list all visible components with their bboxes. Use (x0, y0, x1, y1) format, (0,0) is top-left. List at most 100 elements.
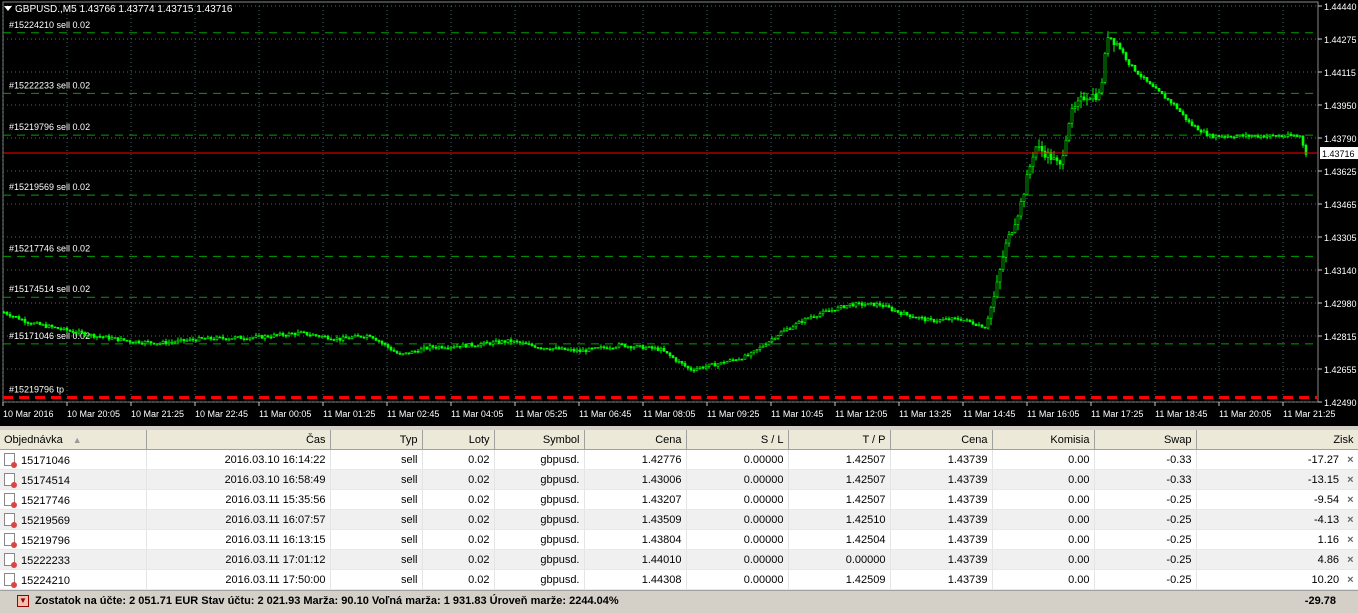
order-line-label: #15222233 sell 0.02 (9, 80, 90, 90)
candle-body (326, 335, 330, 340)
dropdown-triangle-icon[interactable] (4, 6, 12, 11)
candle-body (599, 346, 603, 349)
candle-body (176, 339, 180, 343)
candle-body (296, 331, 300, 336)
candle-body (941, 319, 945, 321)
candle-body (725, 361, 729, 364)
candle-body (407, 352, 411, 355)
cell-value: 0.00000 (743, 473, 784, 486)
cell-symbol: gbpusd. (494, 529, 585, 550)
column-header-profit[interactable]: Zisk (1196, 430, 1358, 450)
candle-body (1151, 83, 1155, 87)
table-row[interactable]: 15222233 2016.03.11 17:01:12 sell 0.02 gbpus… (0, 549, 1358, 570)
column-header-type[interactable]: Typ (330, 430, 423, 450)
column-header-time[interactable]: Čas (146, 430, 331, 450)
candle-body (752, 350, 756, 354)
cell-value: gbpusd. (540, 453, 580, 466)
close-order-icon[interactable]: × (1347, 534, 1353, 546)
candle-body (44, 324, 48, 328)
candle-body (170, 341, 174, 344)
close-order-icon[interactable]: × (1347, 454, 1353, 466)
candle-body (467, 343, 471, 348)
close-order-icon[interactable]: × (1347, 514, 1353, 526)
chart-canvas[interactable]: 1.44440 1.44275 1.44115 1.43950 1.43790 1.436… (0, 0, 1358, 426)
cell-tp: 0.00000 (788, 549, 891, 570)
candle-body (104, 335, 108, 338)
cell-price: 1.43739 (890, 549, 993, 570)
candle-body (464, 343, 468, 348)
cell-value: -0.25 (1166, 573, 1192, 586)
candle-body (1229, 135, 1233, 138)
candle-body (947, 318, 951, 321)
candle-body (1262, 135, 1266, 138)
candle-body (926, 318, 930, 322)
orders-table: Objednávka ▲ Čas Typ Loty Symbol Cena S / L T / … (0, 430, 1358, 590)
column-header-swap[interactable]: Swap (1094, 430, 1197, 450)
candle-body (185, 339, 189, 342)
candle-body (335, 337, 339, 340)
candle-body (1112, 38, 1116, 46)
cell-order: 15222233 (0, 549, 147, 570)
candle-body (125, 339, 129, 342)
candle-body (86, 335, 90, 337)
column-header-symbol[interactable]: Symbol (494, 430, 585, 450)
candle-body (650, 346, 654, 349)
candle-body (116, 337, 120, 342)
column-header-open-price[interactable]: Cena (584, 430, 687, 450)
price-chart[interactable]: 1.44440 1.44275 1.44115 1.43950 1.43790 1.436… (0, 0, 1358, 426)
column-header-commission[interactable]: Komisia (992, 430, 1095, 450)
candle-body (1247, 134, 1251, 137)
cell-value: 15219569 (21, 514, 70, 527)
close-order-icon[interactable]: × (1347, 474, 1353, 486)
column-header-price[interactable]: Cena (890, 430, 993, 450)
cell-swap: -0.25 (1094, 529, 1197, 550)
candle-body (974, 323, 978, 326)
cell-value: 1.43006 (641, 473, 682, 486)
table-row[interactable]: 15217746 2016.03.11 15:35:56 sell 0.02 gbpus… (0, 489, 1358, 510)
order-line-label: #15217746 sell 0.02 (9, 243, 90, 253)
close-order-icon[interactable]: × (1347, 494, 1353, 506)
candle-body (593, 347, 597, 349)
candle-body (722, 361, 726, 364)
candle-body (701, 366, 705, 369)
candle-body (329, 338, 333, 341)
table-row[interactable]: 15219569 2016.03.11 16:07:57 sell 0.02 gbpus… (0, 509, 1358, 530)
candle-body (1292, 135, 1296, 137)
candle-body (710, 363, 714, 365)
candle-body (347, 337, 351, 340)
candle-body (179, 338, 183, 341)
candle-body (731, 359, 735, 362)
chart-symbol-title: GBPUSD.,M5 1.43766 1.43774 1.43715 1.437… (4, 4, 232, 15)
candle-body (1283, 136, 1287, 138)
candle-body (803, 317, 807, 323)
table-row[interactable]: 15174514 2016.03.10 16:58:49 sell 0.02 gbpus… (0, 469, 1358, 490)
candle-body (182, 338, 186, 342)
candle-body (410, 350, 414, 354)
candle-body (1154, 86, 1158, 89)
column-header-tp[interactable]: T / P (788, 430, 891, 450)
column-header-sl[interactable]: S / L (686, 430, 789, 450)
candle-body (662, 348, 666, 352)
candle-body (1106, 37, 1110, 54)
column-header-order[interactable]: Objednávka ▲ (0, 430, 147, 450)
candle-body (449, 346, 453, 349)
column-header-lots[interactable]: Loty (422, 430, 495, 450)
candle-body (455, 345, 459, 348)
cell-value: 2016.03.10 16:58:49 (224, 473, 326, 486)
candle-body (1235, 135, 1239, 138)
time-axis-label: 11 Mar 05:25 (515, 409, 567, 419)
candle-body (1082, 96, 1086, 100)
table-row[interactable]: 15219796 2016.03.11 16:13:15 sell 0.02 gbpus… (0, 529, 1358, 550)
cell-value: 0.00000 (743, 553, 784, 566)
candle-body (569, 348, 573, 351)
close-order-icon[interactable]: × (1347, 554, 1353, 566)
candle-body (614, 346, 618, 349)
candle-body (1232, 136, 1236, 139)
candle-body (230, 338, 234, 340)
cell-lots: 0.02 (422, 469, 495, 490)
table-row[interactable]: 15171046 2016.03.10 16:14:22 sell 0.02 gbpus… (0, 449, 1358, 470)
candle-body (575, 349, 579, 352)
close-order-icon[interactable]: × (1347, 574, 1353, 586)
candle-body (47, 324, 51, 328)
table-row[interactable]: 15224210 2016.03.11 17:50:00 sell 0.02 gbpus… (0, 569, 1358, 590)
